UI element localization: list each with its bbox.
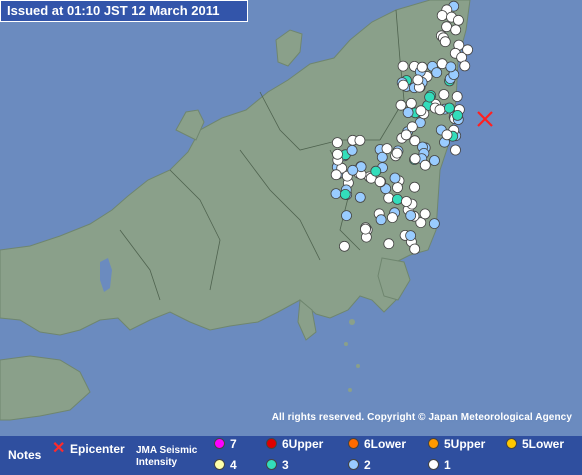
station-intensity-2 [402, 107, 414, 118]
station-intensity-3 [443, 102, 455, 114]
izu-island [349, 319, 355, 325]
station-intensity-3 [452, 110, 463, 121]
station-intensity-1 [386, 212, 398, 224]
copyright-notice: All rights reserved. Copyright © Japan M… [271, 412, 572, 423]
level-1-label: 1 [444, 458, 451, 472]
station-intensity-1 [392, 182, 403, 193]
station-intensity-1 [374, 176, 386, 188]
station-intensity-2 [330, 188, 342, 200]
station-intensity-2 [405, 230, 417, 242]
station-intensity-2 [405, 210, 417, 221]
legend-notes: Notes [8, 448, 42, 462]
station-intensity-1 [439, 36, 451, 48]
station-intensity-2 [428, 218, 440, 230]
map-frame: Issued at 01:10 JST 12 March 2011 All ri… [0, 0, 582, 475]
level-5lower-label: 5Lower [522, 437, 565, 451]
izu-island [344, 342, 348, 346]
station-intensity-3 [370, 165, 382, 177]
station-intensity-1 [412, 74, 424, 86]
station-intensity-1 [330, 169, 342, 181]
station-intensity-1 [405, 98, 417, 109]
level-6lower-dot [348, 438, 359, 449]
level-5upper-dot [428, 438, 439, 449]
station-intensity-2 [354, 191, 366, 203]
station-intensity-3 [424, 91, 436, 103]
level-6lower-label: 6Lower [364, 437, 407, 451]
station-intensity-1 [450, 144, 461, 156]
station-intensity-1 [391, 147, 403, 159]
station-intensity-1 [409, 243, 421, 255]
station-intensity-1 [415, 105, 427, 117]
level-3-label: 3 [282, 458, 289, 472]
station-intensity-2 [445, 61, 457, 73]
station-intensity-1 [409, 181, 421, 193]
station-intensity-2 [347, 164, 359, 176]
station-intensity-2 [346, 144, 358, 156]
level-2-label: 2 [364, 458, 371, 472]
station-intensity-1 [383, 238, 395, 250]
level-5upper-label: 5Upper [444, 437, 486, 451]
station-intensity-1 [419, 159, 431, 171]
level-2-dot [348, 459, 359, 470]
izu-island [356, 364, 360, 368]
station-intensity-1 [332, 148, 343, 160]
station-intensity-1 [409, 153, 421, 165]
level-4-dot [214, 459, 225, 470]
station-intensity-1 [400, 196, 412, 207]
station-intensity-1 [397, 79, 409, 91]
station-intensity-1 [438, 89, 450, 100]
station-intensity-2 [375, 214, 387, 226]
red-x-icon: ✕ [52, 440, 66, 457]
level-4-label: 4 [230, 458, 237, 472]
station-intensity-1 [397, 60, 409, 72]
level-3-dot [266, 459, 277, 470]
station-intensity-3 [391, 193, 403, 205]
station-intensity-1 [436, 10, 448, 21]
legend-epicenter: Epicenter [70, 442, 125, 456]
issued-timestamp: Issued at 01:10 JST 12 March 2011 [0, 0, 248, 22]
station-intensity-1 [338, 240, 350, 252]
station-intensity-1 [381, 143, 393, 155]
station-intensity-2 [389, 172, 401, 184]
level-6upper-dot [266, 438, 277, 449]
station-intensity-3 [339, 188, 351, 200]
station-intensity-1 [441, 21, 453, 33]
station-intensity-1 [419, 208, 431, 220]
station-intensity-1 [441, 129, 453, 141]
station-intensity-1 [434, 104, 446, 116]
station-intensity-1 [331, 137, 343, 149]
izu-island [348, 388, 352, 392]
level-7-label: 7 [230, 437, 237, 451]
legend-bar: Notes ✕ Epicenter JMA Seismic Intensity … [0, 436, 582, 475]
station-intensity-2 [341, 210, 352, 222]
seismic-intensity-map [0, 0, 582, 436]
legend-jma-subtitle: Intensity [136, 457, 178, 468]
level-6upper-label: 6Upper [282, 437, 324, 451]
station-intensity-2 [429, 155, 440, 166]
level-5lower-dot [506, 438, 517, 449]
level-7-dot [214, 438, 225, 449]
station-intensity-1 [360, 223, 371, 235]
station-intensity-1 [416, 61, 428, 73]
station-intensity-1 [451, 91, 463, 102]
station-intensity-1 [354, 134, 366, 146]
level-1-dot [428, 459, 439, 470]
station-intensity-1 [459, 60, 471, 72]
station-intensity-2 [431, 67, 443, 78]
station-intensity-1 [400, 129, 412, 141]
station-intensity-1 [452, 14, 464, 26]
station-intensity-1 [450, 24, 462, 36]
